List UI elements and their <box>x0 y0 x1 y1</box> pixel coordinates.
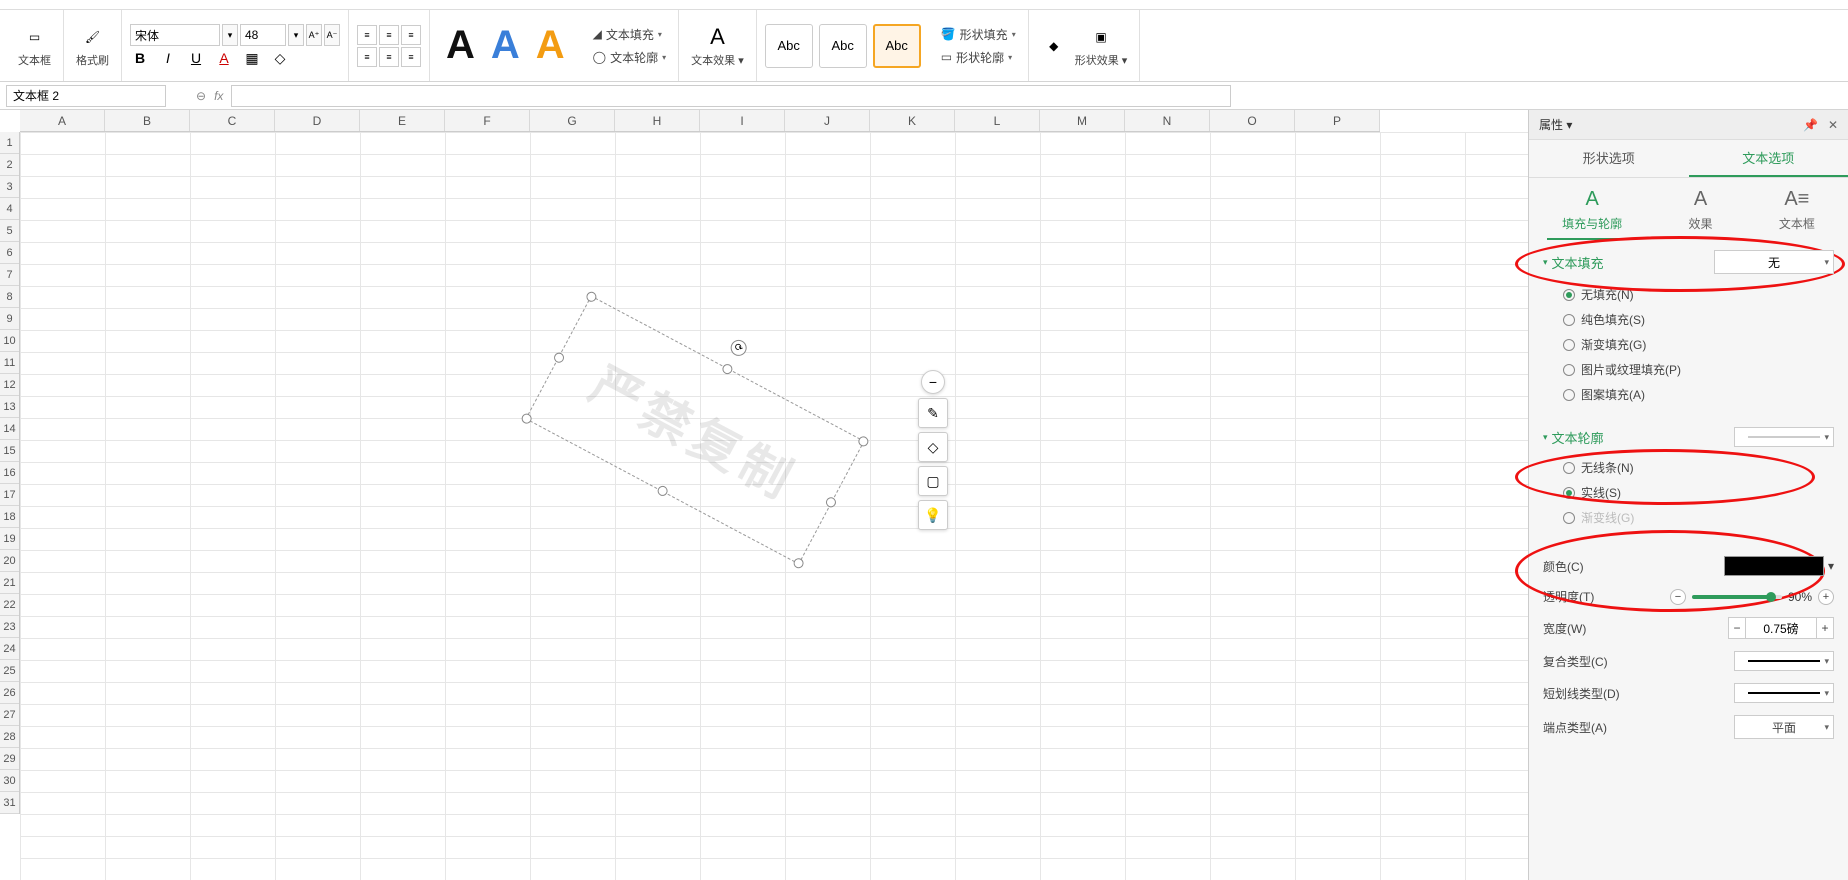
alignment-grid[interactable]: ≡≡≡≡≡≡ <box>357 25 421 67</box>
font-name-dropdown[interactable]: ▾ <box>222 24 238 46</box>
font-shrink[interactable]: A⁻ <box>324 24 340 46</box>
transparency-increase[interactable]: + <box>1818 589 1834 605</box>
tab-text-options[interactable]: 文本选项 <box>1689 140 1848 177</box>
width-decrease[interactable]: − <box>1728 617 1746 639</box>
name-box[interactable]: 文本框 2 <box>6 85 166 107</box>
row-headers[interactable]: 1234567891011121314151617181920212223242… <box>0 132 20 814</box>
width-increase[interactable]: + <box>1816 617 1834 639</box>
pin-icon[interactable]: 📌 <box>1803 118 1818 132</box>
section-text-fill[interactable]: ▾文本填充 <box>1543 253 1604 272</box>
outline-preset-select[interactable]: ▾ <box>1734 427 1834 447</box>
transparency-slider[interactable] <box>1692 595 1782 599</box>
text-style-blue[interactable]: A <box>483 23 528 68</box>
highlight-button[interactable]: ▦ <box>242 50 262 67</box>
color-label: 颜色(C) <box>1543 558 1584 575</box>
dash-label: 短划线类型(D) <box>1543 685 1620 702</box>
shape-effect-menu[interactable]: ▣ 形状效果 ▾ <box>1071 22 1132 70</box>
radio-pattern-fill[interactable]: 图案填充(A) <box>1543 382 1834 407</box>
radio-picture-fill[interactable]: 图片或纹理填充(P) <box>1543 357 1834 382</box>
section-text-outline[interactable]: ▾文本轮廓 <box>1543 428 1604 447</box>
cap-label: 端点类型(A) <box>1543 719 1607 736</box>
clear-format-button[interactable]: ◇ <box>270 50 290 67</box>
fx-icon[interactable]: fx <box>214 89 223 103</box>
float-fill[interactable]: ◇ <box>918 432 948 462</box>
width-input[interactable] <box>1746 617 1816 639</box>
shape-insert[interactable]: ◆ <box>1037 31 1071 61</box>
transparency-label: 透明度(T) <box>1543 588 1594 605</box>
radio-no-line[interactable]: 无线条(N) <box>1543 455 1834 480</box>
radio-solid-fill[interactable]: 纯色填充(S) <box>1543 307 1834 332</box>
radio-solid-line[interactable]: 实线(S) <box>1543 480 1834 505</box>
font-size-dropdown[interactable]: ▾ <box>288 24 304 46</box>
subtab-textbox[interactable]: A≡文本框 <box>1779 188 1815 232</box>
float-eyedropper[interactable]: ✎ <box>918 398 948 428</box>
shape-style-1[interactable]: Abc <box>765 24 813 68</box>
text-style-black[interactable]: A <box>438 23 483 68</box>
textbox-button[interactable]: ▭ 文本框 <box>14 22 55 70</box>
bold-button[interactable]: B <box>130 50 150 67</box>
ribbon: ▭ 文本框 🖌 格式刷 ▾ ▾ A⁺ A⁻ B I U A ▦ ◇ ≡≡≡≡≡≡ <box>0 10 1848 82</box>
shape-outline-menu[interactable]: ▭形状轮廓▾ <box>937 47 1016 68</box>
cap-type-select[interactable]: 平面▾ <box>1734 715 1834 739</box>
column-headers[interactable]: ABCDEFGHIJKLMNOP <box>20 110 1380 132</box>
width-label: 宽度(W) <box>1543 620 1586 637</box>
compound-label: 复合类型(C) <box>1543 653 1608 670</box>
float-border[interactable]: ▢ <box>918 466 948 496</box>
cancel-icon[interactable]: ⊖ <box>196 89 206 103</box>
transparency-decrease[interactable]: − <box>1670 589 1686 605</box>
compound-type-select[interactable]: ▾ <box>1734 651 1834 671</box>
subtab-fill-outline[interactable]: A填充与轮廓 <box>1562 188 1622 232</box>
font-size-input[interactable] <box>240 24 286 46</box>
dash-type-select[interactable]: ▾ <box>1734 683 1834 703</box>
shape-style-2[interactable]: Abc <box>819 24 867 68</box>
underline-button[interactable]: U <box>186 50 206 67</box>
subtab-effect[interactable]: A效果 <box>1688 188 1712 232</box>
radio-gradient-fill[interactable]: 渐变填充(G) <box>1543 332 1834 357</box>
text-fill-menu[interactable]: ◢文本填充▾ <box>589 24 666 45</box>
shape-fill-menu[interactable]: 🪣形状填充▾ <box>937 24 1020 45</box>
spreadsheet-area[interactable]: ABCDEFGHIJKLMNOP 12345678910111213141516… <box>0 110 1528 880</box>
text-effect-menu[interactable]: A 文本效果 ▾ <box>687 22 748 70</box>
font-grow[interactable]: A⁺ <box>306 24 322 46</box>
transparency-value: 90% <box>1788 590 1812 604</box>
properties-panel: 属性 ▾ 📌 ✕ 形状选项 文本选项 A填充与轮廓 A效果 A≡文本框 ▾文本填… <box>1528 110 1848 880</box>
font-name-input[interactable] <box>130 24 220 46</box>
radio-gradient-line[interactable]: 渐变线(G) <box>1543 505 1834 530</box>
radio-no-fill[interactable]: 无填充(N) <box>1543 282 1834 307</box>
font-color-button[interactable]: A <box>214 50 234 67</box>
tab-shape-options[interactable]: 形状选项 <box>1529 140 1689 177</box>
float-collapse[interactable]: − <box>921 370 945 394</box>
fill-preset-select[interactable]: 无▾ <box>1714 250 1834 274</box>
format-painter[interactable]: 🖌 格式刷 <box>72 22 113 70</box>
outline-color-picker[interactable] <box>1724 556 1824 576</box>
float-idea[interactable]: 💡 <box>918 500 948 530</box>
formula-input[interactable] <box>231 85 1231 107</box>
panel-title: 属性 ▾ <box>1539 116 1572 133</box>
close-icon[interactable]: ✕ <box>1828 118 1838 132</box>
shape-style-3[interactable]: Abc <box>873 24 921 68</box>
text-outline-menu[interactable]: ◯文本轮廓▾ <box>589 47 670 68</box>
italic-button[interactable]: I <box>158 50 178 67</box>
formula-bar-row: 文本框 2 ⊖ fx <box>0 82 1848 110</box>
text-style-orange[interactable]: A <box>528 23 573 68</box>
floating-tool-palette: − ✎ ◇ ▢ 💡 <box>918 370 948 530</box>
